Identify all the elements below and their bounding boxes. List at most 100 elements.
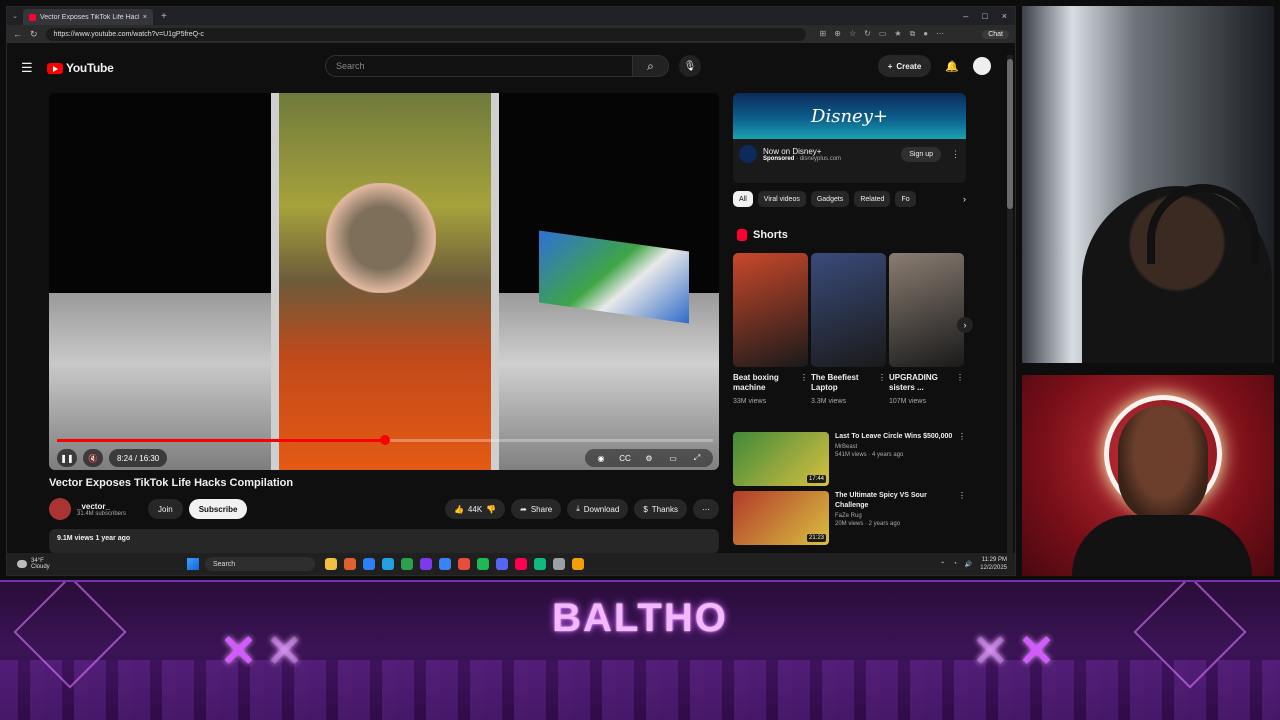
- back-icon[interactable]: ←: [13, 29, 22, 39]
- more-icon[interactable]: ⋯: [936, 29, 944, 39]
- video-title[interactable]: The Ultimate Spicy VS Sour Challenge: [835, 491, 966, 511]
- taskbar-app-icon[interactable]: [572, 558, 584, 570]
- scrollbar-thumb[interactable]: [1007, 59, 1013, 209]
- short-more-icon[interactable]: ⋮: [878, 373, 886, 383]
- short-thumbnail[interactable]: [811, 253, 886, 367]
- short-thumbnail[interactable]: [733, 253, 808, 367]
- page-scrollbar[interactable]: [1007, 55, 1013, 555]
- description-box[interactable]: 9.1M views 1 year ago: [49, 529, 719, 553]
- channel-name[interactable]: FaZe Rug: [835, 513, 966, 519]
- taskbar-app-icon[interactable]: [401, 558, 413, 570]
- chip-related[interactable]: Related: [854, 191, 891, 207]
- short-item[interactable]: UPGRADING sisters ... ⋮ 107M views: [889, 253, 964, 405]
- minimize-button[interactable]: –: [963, 11, 968, 21]
- share-button[interactable]: ➦ Share: [511, 499, 562, 519]
- chip-truncated[interactable]: Fo: [895, 191, 916, 207]
- favorites-icon[interactable]: ★: [894, 29, 901, 39]
- browser-tab[interactable]: Vector Exposes TikTok Life Hacks ×: [23, 9, 153, 25]
- weather-widget[interactable]: 34°F Cloudy: [7, 558, 187, 570]
- chip-gadgets[interactable]: Gadgets: [810, 191, 850, 207]
- taskbar-search[interactable]: Search: [205, 557, 315, 571]
- channel-name[interactable]: _vector_: [77, 502, 126, 511]
- short-more-icon[interactable]: ⋮: [956, 373, 964, 383]
- autoplay-toggle[interactable]: ◉: [591, 454, 611, 463]
- channel-avatar[interactable]: [49, 498, 71, 520]
- favorite-star-icon[interactable]: ☆: [849, 29, 856, 39]
- zoom-icon[interactable]: ⊕: [834, 29, 841, 39]
- chips-next-icon[interactable]: ›: [963, 194, 966, 204]
- profile-icon[interactable]: ●: [923, 29, 928, 39]
- reload-icon[interactable]: ↻: [30, 29, 38, 40]
- voice-search-button[interactable]: 🎙: [679, 55, 701, 77]
- video-more-icon[interactable]: ⋮: [958, 432, 966, 441]
- account-avatar[interactable]: [973, 57, 991, 75]
- recommended-video[interactable]: 21:23 The Ultimate Spicy VS Sour Challen…: [733, 491, 966, 545]
- taskbar-app-icon[interactable]: [477, 558, 489, 570]
- short-item[interactable]: The Beefiest Laptop ⋮ 3.3M views: [811, 253, 886, 405]
- new-tab-icon[interactable]: +: [161, 11, 167, 22]
- tab-menu-icon[interactable]: ⌄: [7, 12, 23, 20]
- clock[interactable]: 11:29 PM 12/2/2025: [980, 556, 1007, 572]
- taskbar-app-icon[interactable]: [363, 558, 375, 570]
- chip-viral-videos[interactable]: Viral videos: [757, 191, 806, 207]
- video-thumbnail[interactable]: 21:23: [733, 491, 829, 545]
- search-input[interactable]: Search: [325, 55, 633, 77]
- more-actions-button[interactable]: ⋯: [693, 499, 719, 519]
- taskbar-app-icon[interactable]: [496, 558, 508, 570]
- tray-overflow-icon[interactable]: ⌃: [940, 561, 945, 568]
- like-button[interactable]: 👍 44K 👎: [444, 499, 506, 519]
- video-title[interactable]: Last To Leave Circle Wins $500,000: [835, 432, 966, 442]
- taskbar-app-icon[interactable]: [344, 558, 356, 570]
- video-player[interactable]: ❚❚ 🔇 8:24 / 16:30 ◉ CC ⚙ ▭ ⤢: [49, 93, 719, 470]
- menu-icon[interactable]: ☰: [21, 60, 47, 76]
- thumbs-down-icon[interactable]: 👎: [486, 505, 496, 514]
- taskbar-app-icon[interactable]: [439, 558, 451, 570]
- join-button[interactable]: Join: [148, 499, 183, 519]
- tab-close-icon[interactable]: ×: [143, 14, 147, 21]
- search-button[interactable]: ⌕: [633, 55, 669, 77]
- collections-icon[interactable]: ▭: [879, 29, 887, 39]
- sign-up-button[interactable]: Sign up: [901, 146, 941, 162]
- theater-mode-button[interactable]: ▭: [663, 454, 683, 463]
- progress-bar[interactable]: [57, 435, 713, 445]
- maximize-button[interactable]: □: [982, 11, 987, 21]
- short-thumbnail[interactable]: [889, 253, 964, 367]
- windows-start-icon[interactable]: [187, 558, 199, 570]
- notifications-bell-icon[interactable]: 🔔: [945, 60, 959, 73]
- shorts-next-icon[interactable]: ›: [957, 317, 973, 333]
- thanks-button[interactable]: $ Thanks: [634, 499, 687, 519]
- short-item[interactable]: Beat boxing machine ⋮ 33M views: [733, 253, 808, 405]
- sponsored-ad[interactable]: Disney+ Now on Disney+ Sponsored · disne…: [733, 93, 966, 183]
- captions-button[interactable]: CC: [615, 454, 635, 463]
- refresh-icon[interactable]: ↻: [864, 29, 871, 39]
- url-field[interactable]: https://www.youtube.com/watch?v=U1gP5fre…: [45, 27, 806, 41]
- close-window-button[interactable]: ×: [1002, 11, 1007, 21]
- download-button[interactable]: ⤓ Download: [567, 499, 629, 519]
- scrubber-handle[interactable]: [380, 435, 390, 445]
- wifi-icon[interactable]: ◔: [953, 561, 957, 567]
- taskbar-app-icon[interactable]: [325, 558, 337, 570]
- volume-icon[interactable]: 🔊: [965, 561, 972, 568]
- short-more-icon[interactable]: ⋮: [800, 373, 808, 383]
- mute-button[interactable]: 🔇: [83, 449, 103, 467]
- video-thumbnail[interactable]: 17:44: [733, 432, 829, 486]
- pause-button[interactable]: ❚❚: [57, 449, 77, 467]
- taskbar-app-icon[interactable]: [534, 558, 546, 570]
- taskbar-app-icon[interactable]: [382, 558, 394, 570]
- channel-name[interactable]: MrBeast: [835, 444, 966, 450]
- settings-gear-icon[interactable]: ⚙: [639, 454, 659, 463]
- ad-more-icon[interactable]: ⋮: [947, 149, 960, 160]
- subscribe-button[interactable]: Subscribe: [188, 499, 248, 519]
- taskbar-app-icon[interactable]: [458, 558, 470, 570]
- apps-icon[interactable]: ⊞: [820, 29, 827, 39]
- taskbar-app-icon[interactable]: [420, 558, 432, 570]
- youtube-logo[interactable]: YouTube: [47, 61, 114, 75]
- recommended-video[interactable]: 17:44 Last To Leave Circle Wins $500,000…: [733, 432, 966, 486]
- create-button[interactable]: + Create: [877, 55, 932, 77]
- fullscreen-icon[interactable]: ⤢: [687, 453, 707, 463]
- chip-all[interactable]: All: [733, 191, 753, 207]
- video-more-icon[interactable]: ⋮: [958, 491, 966, 500]
- taskbar-app-icon[interactable]: [515, 558, 527, 570]
- extensions-icon[interactable]: ⧉: [910, 29, 916, 39]
- chat-button[interactable]: Chat: [982, 29, 1009, 39]
